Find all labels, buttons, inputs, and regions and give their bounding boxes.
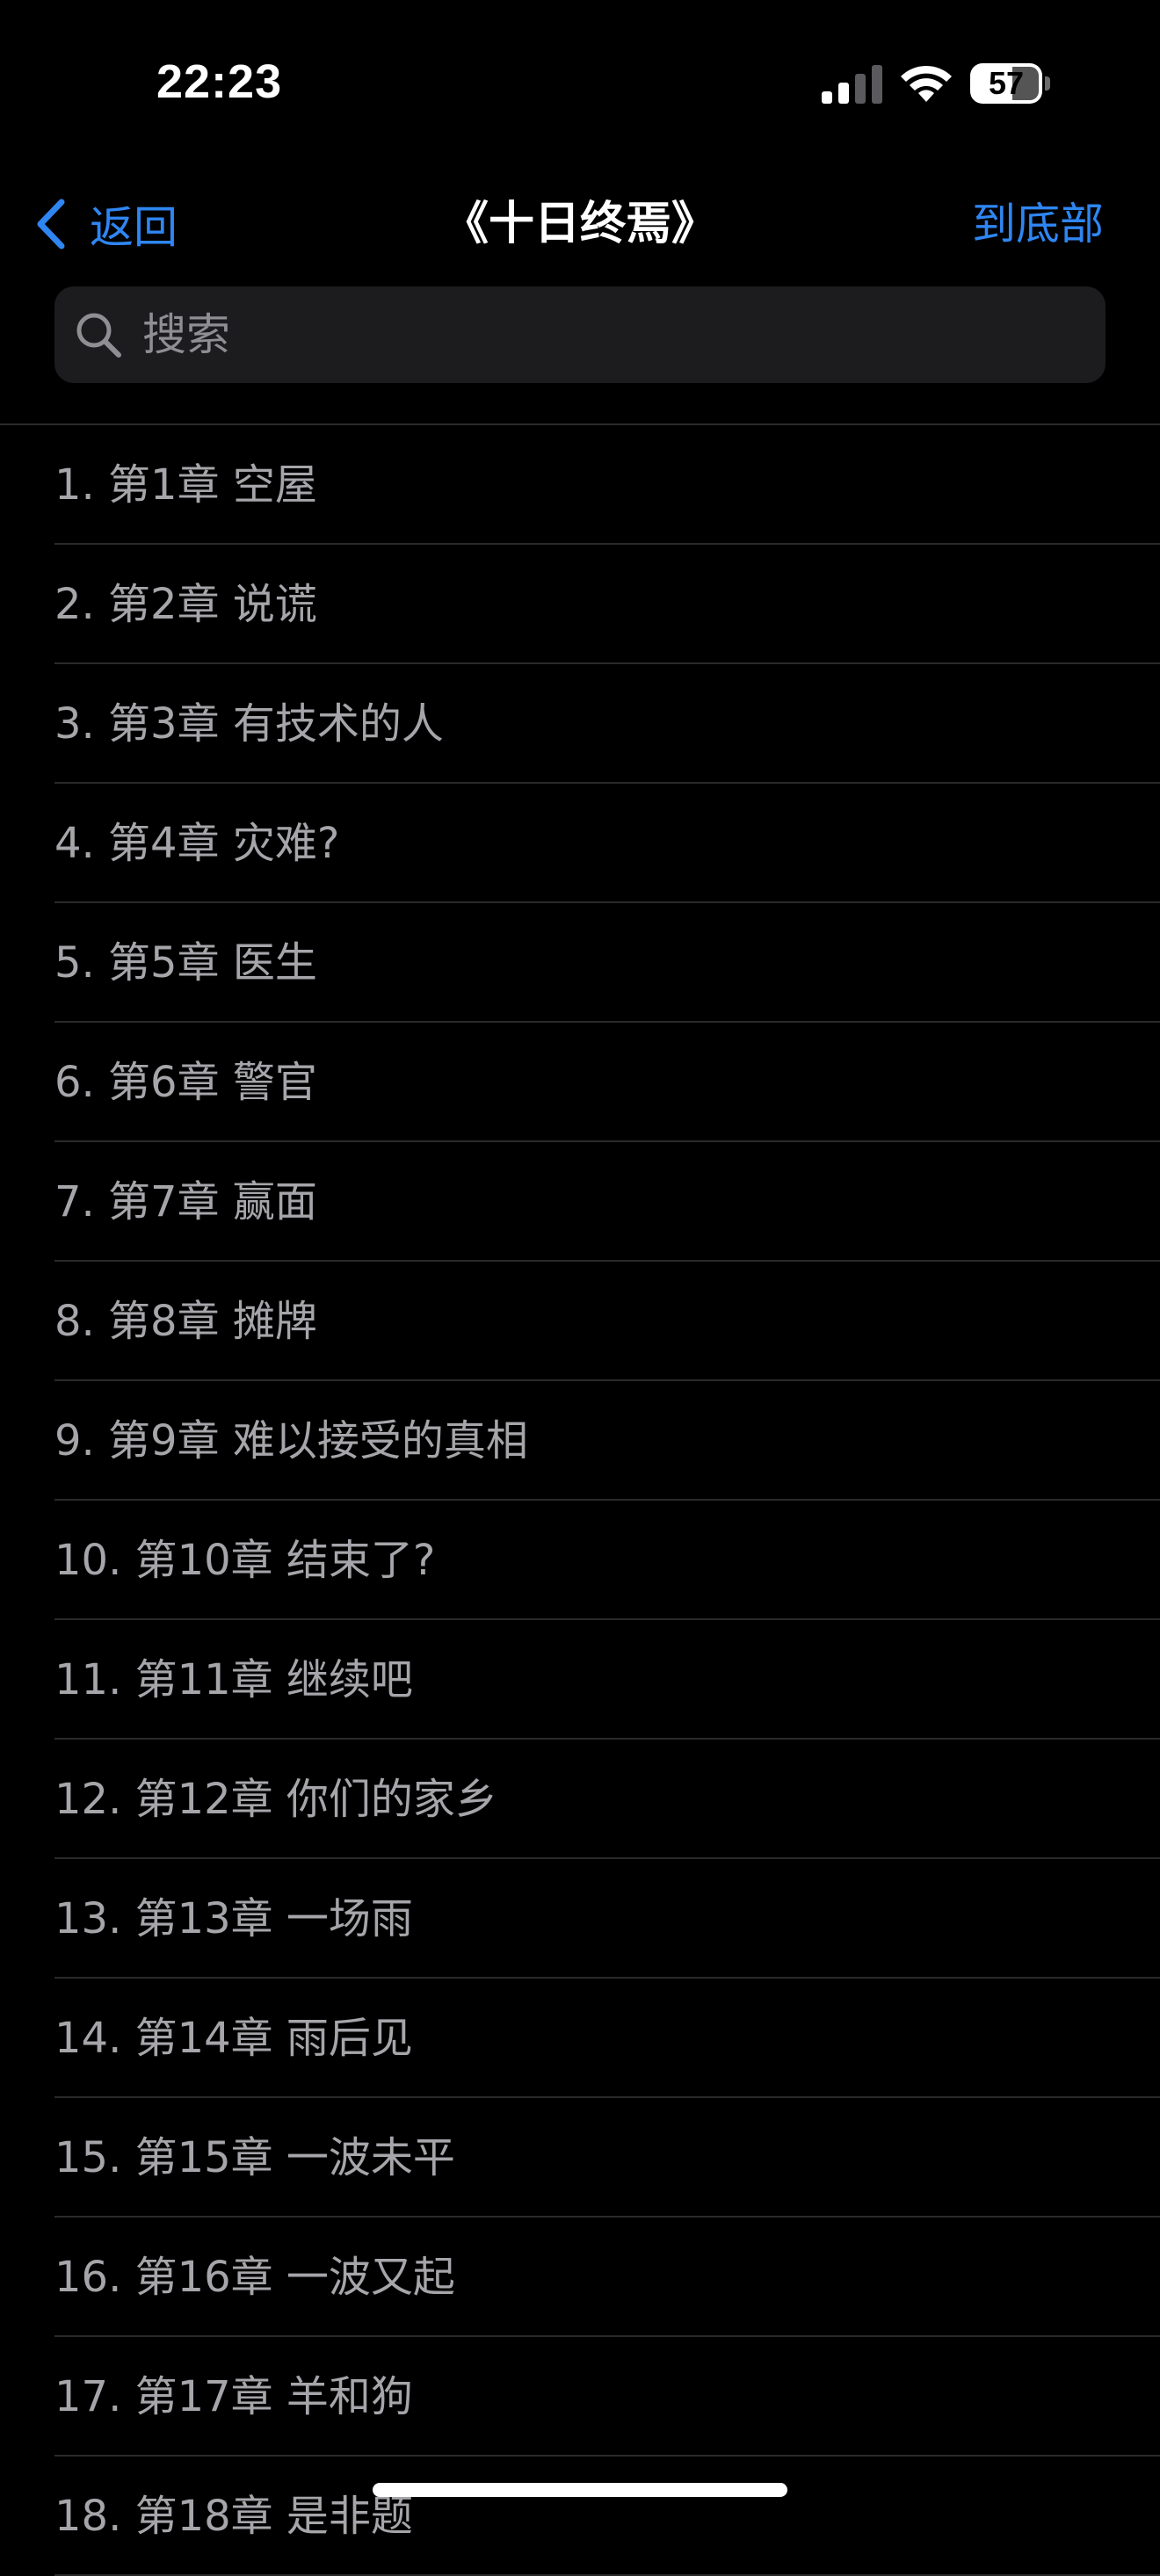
chapter-title: 18. 第18章 是非题	[54, 2492, 413, 2541]
chapter-list-item[interactable]: 9. 第9章 难以接受的真相	[0, 1381, 1160, 1501]
chapter-title: 7. 第7章 赢面	[54, 1177, 317, 1226]
chapter-title: 16. 第16章 一波又起	[54, 2253, 455, 2302]
search-input[interactable]	[141, 308, 1106, 361]
chapter-list-item[interactable]: 5. 第5章 医生	[0, 903, 1160, 1023]
chapter-title: 15. 第15章 一波未平	[54, 2133, 455, 2182]
chapter-title: 3. 第3章 有技术的人	[54, 699, 444, 749]
status-bar: 22:23 57	[0, 0, 1160, 167]
home-indicator[interactable]	[373, 2483, 787, 2497]
chapter-title: 4. 第4章 灾难?	[54, 819, 340, 868]
battery-cap	[1045, 76, 1050, 90]
chapter-list-item[interactable]: 10. 第10章 结束了?	[0, 1501, 1160, 1620]
chapter-title: 5. 第5章 医生	[54, 938, 317, 988]
wifi-icon	[901, 65, 952, 102]
status-time: 22:23	[156, 55, 283, 108]
chapter-title: 12. 第12章 你们的家乡	[54, 1775, 497, 1824]
battery-level: 57	[988, 65, 1025, 101]
chapter-list-item[interactable]: 8. 第8章 摊牌	[0, 1262, 1160, 1381]
chapter-list-item[interactable]: 7. 第7章 赢面	[0, 1142, 1160, 1262]
chapter-title: 2. 第2章 说谎	[54, 580, 317, 629]
chapter-title: 1. 第1章 空屋	[54, 460, 317, 510]
chapter-title: 14. 第14章 雨后见	[54, 2014, 413, 2063]
chapter-list-item[interactable]: 2. 第2章 说谎	[0, 545, 1160, 664]
chapter-list-item[interactable]: 18. 第18章 是非题	[0, 2457, 1160, 2576]
nav-bar: 返回 《十日终焉》 到底部	[0, 176, 1160, 272]
chapter-title: 8. 第8章 摊牌	[54, 1297, 317, 1346]
chapter-list-item[interactable]: 15. 第15章 一波未平	[0, 2098, 1160, 2218]
chapter-title: 10. 第10章 结束了?	[54, 1536, 436, 1585]
chapter-list-item[interactable]: 16. 第16章 一波又起	[0, 2218, 1160, 2337]
chapter-title: 13. 第13章 一场雨	[54, 1894, 413, 1943]
chapter-list-item[interactable]: 14. 第14章 雨后见	[0, 1979, 1160, 2098]
chapter-list-item[interactable]: 3. 第3章 有技术的人	[0, 664, 1160, 784]
chapter-list-item[interactable]: 11. 第11章 继续吧	[0, 1620, 1160, 1740]
cellular-signal-icon	[822, 65, 882, 104]
chapter-list: 1. 第1章 空屋 2. 第2章 说谎 3. 第3章 有技术的人 4. 第4章 …	[0, 425, 1160, 2576]
chapter-list-item[interactable]: 4. 第4章 灾难?	[0, 784, 1160, 903]
chapter-title: 17. 第17章 羊和狗	[54, 2372, 413, 2421]
chapter-list-item[interactable]: 12. 第12章 你们的家乡	[0, 1740, 1160, 1859]
scroll-to-bottom-button[interactable]: 到底部	[972, 193, 1104, 255]
search-icon	[76, 313, 121, 358]
chapter-title: 6. 第6章 警官	[54, 1058, 317, 1107]
chapter-list-item[interactable]: 17. 第17章 羊和狗	[0, 2337, 1160, 2457]
chapter-list-item[interactable]: 13. 第13章 一场雨	[0, 1859, 1160, 1979]
chapter-list-item[interactable]: 6. 第6章 警官	[0, 1023, 1160, 1142]
search-bar[interactable]	[54, 286, 1106, 383]
chapter-title: 11. 第11章 继续吧	[54, 1655, 413, 1704]
battery-indicator: 57	[970, 63, 1050, 104]
chapter-list-item[interactable]: 1. 第1章 空屋	[0, 425, 1160, 545]
chapter-title: 9. 第9章 难以接受的真相	[54, 1416, 528, 1465]
